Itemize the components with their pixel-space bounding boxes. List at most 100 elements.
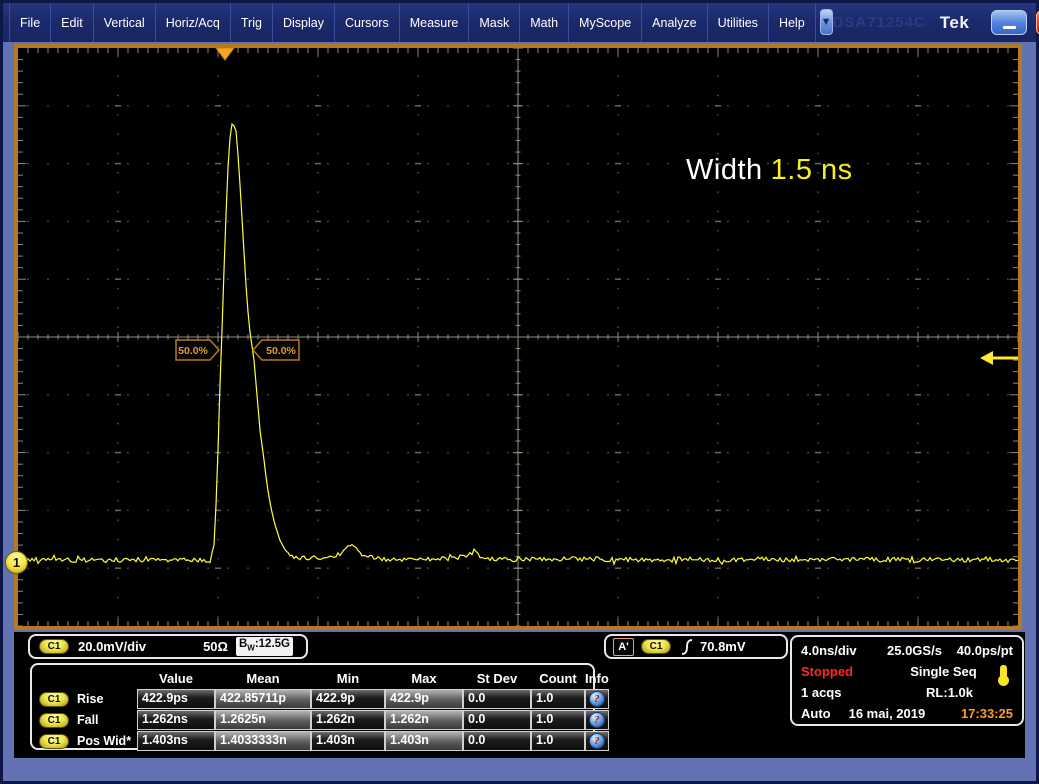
readout-panel: C1 20.0mV/div 50Ω BW:12.5G A' C1 70.8mV … xyxy=(14,632,1025,758)
measurement-cell: 0.0 xyxy=(463,689,531,709)
info-button[interactable]: ? xyxy=(589,691,605,707)
col-header-max: Max xyxy=(385,671,463,686)
timebase-scale: 4.0ns/div xyxy=(801,643,887,658)
col-header-count: Count xyxy=(531,671,585,686)
info-cell: ? xyxy=(585,689,609,709)
svg-text:50.0%: 50.0% xyxy=(266,345,296,357)
termination-impedance: 50Ω xyxy=(203,639,228,654)
single-seq-indicator-icon xyxy=(1000,665,1007,678)
measurement-row-label: C1 Fall xyxy=(37,710,137,730)
vertical-scale: 20.0mV/div xyxy=(78,639,146,654)
measurement-cell: 1.403ns xyxy=(137,731,215,751)
menu-trig[interactable]: Trig xyxy=(231,3,273,42)
datetime-row: Auto 16 mai, 2019 17:33:25 xyxy=(801,703,1013,724)
ref-level-tag-right: 50.0% xyxy=(253,340,299,360)
menu-cursors[interactable]: Cursors xyxy=(335,3,400,42)
measurement-row-label: C1 Pos Wid* xyxy=(37,731,137,751)
measurement-cell: 1.403n xyxy=(311,731,385,751)
measurement-cell: 1.0 xyxy=(531,731,585,751)
row-channel-badge: C1 xyxy=(39,692,69,707)
channel1-readout[interactable]: C1 20.0mV/div 50Ω BW:12.5G xyxy=(28,634,308,659)
ref-level-tag-left: 50.0% xyxy=(176,340,219,360)
menu-vertical[interactable]: Vertical xyxy=(94,3,156,42)
width-annotation-label: Width xyxy=(686,154,763,186)
acquisition-mode: Single Seq xyxy=(887,664,1000,679)
minimize-button[interactable] xyxy=(991,10,1027,35)
sample-rate: 25.0GS/s xyxy=(887,643,957,658)
trigger-level-arrow[interactable] xyxy=(980,351,1018,365)
col-header-min: Min xyxy=(311,671,385,686)
measurement-cell: 0.0 xyxy=(463,731,531,751)
measurement-cell: 1.262ns xyxy=(137,710,215,730)
oscilloscope-application: File Edit Vertical Horiz/Acq Trig Displa… xyxy=(3,3,1036,781)
trigger-position-marker[interactable] xyxy=(216,48,234,60)
trigger-level-value: 70.8mV xyxy=(700,639,746,654)
measurement-cell: 422.9p xyxy=(385,689,463,709)
col-header-mean: Mean xyxy=(215,671,311,686)
measurement-cell: 422.9p xyxy=(311,689,385,709)
menu-utilities[interactable]: Utilities xyxy=(708,3,769,42)
acquisition-state: Stopped xyxy=(801,664,887,679)
menu-analyze[interactable]: Analyze xyxy=(642,3,707,42)
measurement-cell: 0.0 xyxy=(463,710,531,730)
title-bar-right: DSA71254C Tek X xyxy=(833,3,1039,42)
menu-horiz-acq[interactable]: Horiz/Acq xyxy=(156,3,231,42)
info-button[interactable]: ? xyxy=(589,712,605,728)
channel1-marker[interactable]: 1 xyxy=(5,551,28,574)
measurement-table: Value Mean Min Max St Dev Count Info C1 … xyxy=(30,663,595,750)
model-watermark: DSA71254C xyxy=(833,14,926,31)
rising-edge-slope-icon xyxy=(680,638,694,656)
sample-resolution: 40.0ps/pt xyxy=(957,643,1013,658)
measurement-row-label: C1 Rise xyxy=(37,689,137,709)
graticule-grid xyxy=(18,48,1018,626)
svg-text:50.0%: 50.0% xyxy=(178,345,208,357)
measurement-cell: 422.9ps xyxy=(137,689,215,709)
tek-logo: Tek xyxy=(940,13,970,33)
menu-display[interactable]: Display xyxy=(273,3,335,42)
measurement-cell: 1.0 xyxy=(531,710,585,730)
menu-edit[interactable]: Edit xyxy=(51,3,94,42)
acquisition-readout: 4.0ns/div 25.0GS/s 40.0ps/pt Stopped Sin… xyxy=(790,635,1024,726)
minimize-icon xyxy=(1003,26,1016,29)
acquisition-count-row: 1 acqs RL:1.0k xyxy=(801,682,1013,703)
record-length: RL:1.0k xyxy=(926,685,973,700)
timebase-row: 4.0ns/div 25.0GS/s 40.0ps/pt xyxy=(801,640,1013,661)
menu-bar: File Edit Vertical Horiz/Acq Trig Displa… xyxy=(3,3,1036,42)
trigger-mode: Auto xyxy=(801,706,831,721)
trigger-source-badge: A' xyxy=(613,638,634,656)
date-display: 16 mai, 2019 xyxy=(849,706,926,721)
info-cell: ? xyxy=(585,710,609,730)
width-annotation-value: 1.5 ns xyxy=(771,154,853,186)
info-button[interactable]: ? xyxy=(589,733,605,749)
measurement-cell: 1.4033333n xyxy=(215,731,311,751)
waveform-display-area: 50.0% 50.0% 1 Width1.5 ns xyxy=(14,44,1022,630)
menu-mask[interactable]: Mask xyxy=(469,3,520,42)
trigger-readout[interactable]: A' C1 70.8mV xyxy=(604,634,788,659)
measurement-grid: Value Mean Min Max St Dev Count Info C1 … xyxy=(37,668,588,751)
menu-file[interactable]: File xyxy=(9,3,51,42)
row-channel-badge: C1 xyxy=(39,713,69,728)
measurement-cell: 1.262n xyxy=(385,710,463,730)
menu-measure[interactable]: Measure xyxy=(400,3,470,42)
menu-myscope[interactable]: MyScope xyxy=(569,3,642,42)
menu-overflow-button[interactable]: ▼ xyxy=(820,9,833,35)
menu-help[interactable]: Help xyxy=(769,3,816,42)
bandwidth-badge: BW:12.5G xyxy=(236,637,293,655)
measurement-cell: 1.262n xyxy=(311,710,385,730)
width-annotation: Width1.5 ns xyxy=(686,154,853,187)
info-cell: ? xyxy=(585,731,609,751)
acquisition-state-row: Stopped Single Seq xyxy=(801,661,1013,682)
measurement-cell: 1.0 xyxy=(531,689,585,709)
menu-math[interactable]: Math xyxy=(520,3,569,42)
acquisition-count: 1 acqs xyxy=(801,685,841,700)
measurement-cell: 1.403n xyxy=(385,731,463,751)
col-header-value: Value xyxy=(137,671,215,686)
chevron-down-icon: ▼ xyxy=(821,17,832,28)
trigger-channel-badge[interactable]: C1 xyxy=(641,639,671,654)
channel1-badge[interactable]: C1 xyxy=(39,639,69,654)
row-channel-badge: C1 xyxy=(39,734,69,749)
measurement-cell: 422.85711p xyxy=(215,689,311,709)
scope-plot: 50.0% 50.0% xyxy=(18,48,1018,626)
time-display: 17:33:25 xyxy=(961,706,1013,721)
col-header-info: Info xyxy=(585,671,609,686)
